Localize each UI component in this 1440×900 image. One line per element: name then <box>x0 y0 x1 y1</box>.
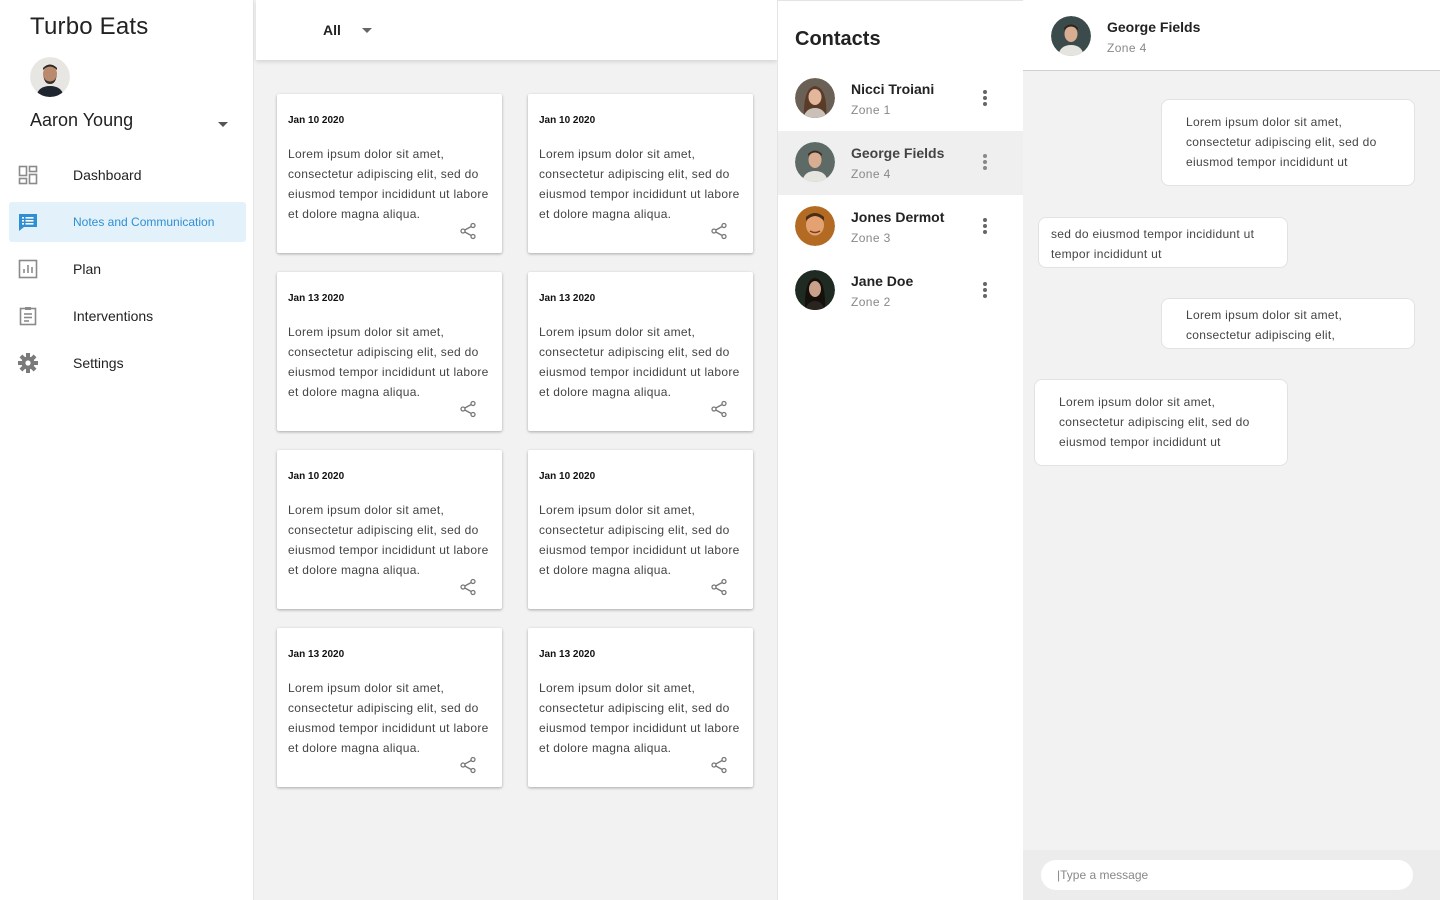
user-menu-caret-icon[interactable] <box>218 122 228 127</box>
contact-item[interactable]: Nicci Troiani Zone 1 <box>778 67 1023 131</box>
note-card[interactable]: Jan 10 2020 Lorem ipsum dolor sit amet, … <box>528 450 753 609</box>
share-icon[interactable] <box>459 756 477 774</box>
chevron-down-icon[interactable] <box>362 28 372 33</box>
contact-name: Nicci Troiani <box>851 81 935 97</box>
note-body: Lorem ipsum dolor sit amet, consectetur … <box>539 147 740 221</box>
note-date: Jan 10 2020 <box>539 471 596 482</box>
note-card[interactable]: Jan 13 2020 Lorem ipsum dolor sit amet, … <box>528 272 753 431</box>
note-body: Lorem ipsum dolor sit amet, consectetur … <box>539 681 740 755</box>
sidebar-item-settings[interactable]: Settings <box>9 343 246 383</box>
note-date: Jan 13 2020 <box>288 293 345 304</box>
sidebar: Turbo Eats Aaron Young Dashboard Notes a… <box>0 0 254 900</box>
gear-icon <box>18 353 38 373</box>
note-body: Lorem ipsum dolor sit amet, consectetur … <box>539 503 740 577</box>
note-date: Jan 10 2020 <box>288 471 345 482</box>
contact-item[interactable]: George Fields Zone 4 <box>778 131 1023 195</box>
contact-zone: Zone 1 <box>851 103 891 117</box>
share-icon[interactable] <box>459 222 477 240</box>
chat-header: George Fields Zone 4 <box>1023 0 1440 71</box>
sidebar-item-label: Dashboard <box>73 167 142 183</box>
contact-zone: Zone 4 <box>851 167 891 181</box>
message-incoming: Lorem ipsum dolor sit amet, consectetur … <box>1034 379 1288 466</box>
sidebar-item-interventions[interactable]: Interventions <box>9 296 246 336</box>
chat-contact-zone: Zone 4 <box>1107 41 1147 55</box>
note-card[interactable]: Jan 13 2020 Lorem ipsum dolor sit amet, … <box>277 272 502 431</box>
contact-name: George Fields <box>851 145 945 161</box>
note-date: Jan 10 2020 <box>288 115 345 126</box>
contact-zone: Zone 2 <box>851 295 891 309</box>
chat-contact-name: George Fields <box>1107 19 1201 35</box>
more-vertical-icon[interactable] <box>982 89 988 107</box>
contacts-panel: Contacts Nicci Troiani Zone 1 George Fie… <box>777 0 1023 900</box>
sidebar-item-dashboard[interactable]: Dashboard <box>9 155 246 195</box>
avatar <box>1051 16 1091 56</box>
share-icon[interactable] <box>459 578 477 596</box>
note-card[interactable]: Jan 13 2020 Lorem ipsum dolor sit amet, … <box>528 628 753 787</box>
contact-item[interactable]: Jane Doe Zone 2 <box>778 259 1023 323</box>
user-avatar[interactable] <box>30 57 70 97</box>
clipboard-icon <box>18 306 38 326</box>
message-incoming: sed do eiusmod tempor incididunt ut temp… <box>1038 217 1288 268</box>
note-body: Lorem ipsum dolor sit amet, consectetur … <box>288 681 489 755</box>
note-date: Jan 13 2020 <box>539 293 596 304</box>
message-outgoing: Lorem ipsum dolor sit amet, consectetur … <box>1161 298 1415 349</box>
notes-panel: All Jan 10 2020 Lorem ipsum dolor sit am… <box>255 0 777 900</box>
share-icon[interactable] <box>710 578 728 596</box>
note-date: Jan 10 2020 <box>539 115 596 126</box>
note-body: Lorem ipsum dolor sit amet, consectetur … <box>288 147 489 221</box>
filter-select[interactable]: All <box>323 22 341 38</box>
note-card[interactable]: Jan 10 2020 Lorem ipsum dolor sit amet, … <box>277 94 502 253</box>
note-card[interactable]: Jan 13 2020 Lorem ipsum dolor sit amet, … <box>277 628 502 787</box>
sidebar-item-plan[interactable]: Plan <box>9 249 246 289</box>
chat-panel: George Fields Zone 4 Lorem ipsum dolor s… <box>1023 0 1440 900</box>
message-composer <box>1023 850 1440 900</box>
chart-icon <box>18 259 38 279</box>
sidebar-item-label: Notes and Communication <box>73 215 215 229</box>
note-body: Lorem ipsum dolor sit amet, consectetur … <box>288 503 489 577</box>
sidebar-nav: Dashboard Notes and Communication Plan I… <box>9 155 246 390</box>
contact-item[interactable]: Jones Dermot Zone 3 <box>778 195 1023 259</box>
more-vertical-icon[interactable] <box>982 281 988 299</box>
note-date: Jan 13 2020 <box>288 649 345 660</box>
note-body: Lorem ipsum dolor sit amet, consectetur … <box>288 325 489 399</box>
contact-list: Nicci Troiani Zone 1 George Fields Zone … <box>778 67 1023 323</box>
contact-zone: Zone 3 <box>851 231 891 245</box>
avatar <box>795 142 835 182</box>
contact-name: Jane Doe <box>851 273 914 289</box>
share-icon[interactable] <box>710 756 728 774</box>
share-icon[interactable] <box>710 400 728 418</box>
avatar <box>795 270 835 310</box>
user-name: Aaron Young <box>30 110 134 130</box>
note-body: Lorem ipsum dolor sit amet, consectetur … <box>539 325 740 399</box>
filter-bar: All <box>256 0 777 60</box>
avatar <box>795 78 835 118</box>
notes-icon <box>18 212 38 232</box>
share-icon[interactable] <box>459 400 477 418</box>
note-card[interactable]: Jan 10 2020 Lorem ipsum dolor sit amet, … <box>528 94 753 253</box>
avatar <box>795 206 835 246</box>
note-card[interactable]: Jan 10 2020 Lorem ipsum dolor sit amet, … <box>277 450 502 609</box>
note-date: Jan 13 2020 <box>539 649 596 660</box>
app-title: Turbo Eats <box>30 13 149 40</box>
contact-name: Jones Dermot <box>851 209 945 225</box>
more-vertical-icon[interactable] <box>982 153 988 171</box>
message-input[interactable] <box>1041 860 1413 890</box>
sidebar-item-label: Plan <box>73 261 102 277</box>
share-icon[interactable] <box>710 222 728 240</box>
contacts-title: Contacts <box>795 28 881 50</box>
sidebar-item-label: Interventions <box>73 308 154 324</box>
sidebar-item-notes[interactable]: Notes and Communication <box>9 202 246 242</box>
more-vertical-icon[interactable] <box>982 217 988 235</box>
dashboard-icon <box>18 165 38 185</box>
message-outgoing: Lorem ipsum dolor sit amet, consectetur … <box>1161 99 1415 186</box>
sidebar-item-label: Settings <box>73 355 124 371</box>
